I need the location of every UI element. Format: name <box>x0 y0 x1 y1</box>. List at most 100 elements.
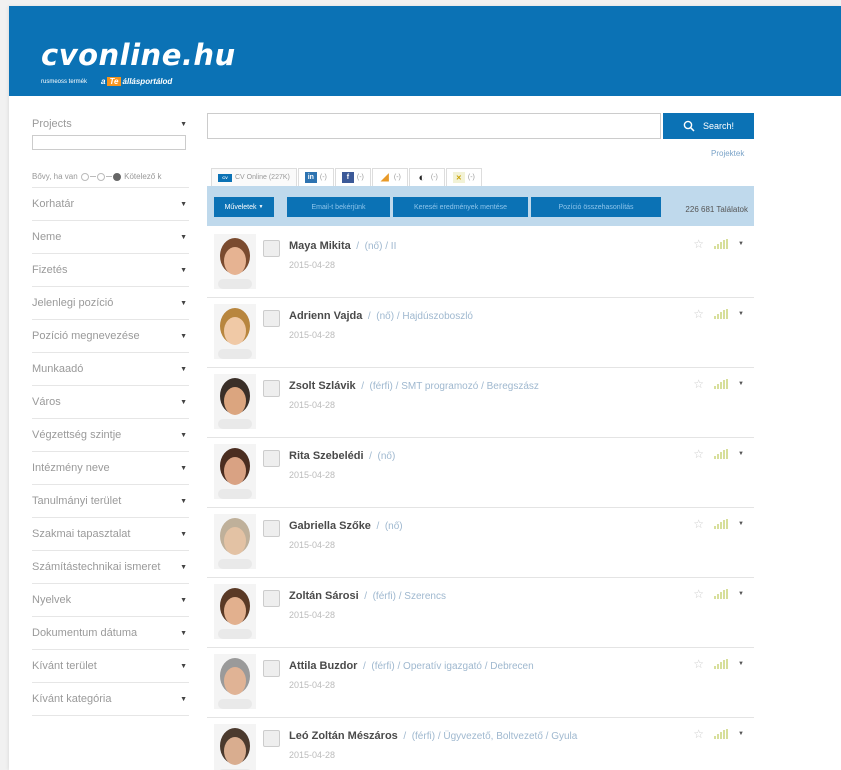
star-icon[interactable]: ☆ <box>693 237 704 251</box>
chevron-down-icon: ▼ <box>180 120 187 128</box>
filter-dropdown[interactable]: Kívánt kategória ▼ <box>32 683 189 716</box>
candidate-name[interactable]: Maya Mikita <box>289 240 351 252</box>
candidate-info: Adrienn Vajda / (nő) / Hajdúszoboszló <box>289 310 473 322</box>
actions-dropdown-button[interactable]: Műveletek ▼ <box>214 197 274 217</box>
chevron-down-icon[interactable]: ▼ <box>738 451 744 457</box>
chevron-down-icon[interactable]: ▼ <box>738 521 744 527</box>
search-input[interactable] <box>207 113 661 139</box>
filter-dropdown[interactable]: Neme ▼ <box>32 221 189 254</box>
chevron-down-icon[interactable]: ▼ <box>738 591 744 597</box>
candidate-date: 2015-04-28 <box>289 540 336 550</box>
radio-icon[interactable] <box>112 172 121 181</box>
linkedin-icon: in <box>304 172 317 183</box>
tab-linkedin[interactable]: in (-) <box>297 168 334 186</box>
projects-select[interactable]: Projects ▼ <box>32 114 189 134</box>
avatar[interactable] <box>214 444 256 499</box>
star-icon[interactable]: ☆ <box>693 517 704 531</box>
avatar[interactable] <box>214 304 256 359</box>
candidate-name[interactable]: Adrienn Vajda <box>289 310 362 322</box>
filter-sidebar: Projects ▼ Bővy, ha van Kötelező k Korhat… <box>32 114 189 716</box>
select-checkbox[interactable] <box>263 520 280 537</box>
filter-dropdown[interactable]: Pozíció megnevezése ▼ <box>32 320 189 353</box>
candidate-gender: (férfi) <box>372 591 396 602</box>
filter-dropdown[interactable]: Dokumentum dátuma ▼ <box>32 617 189 650</box>
candidate-name[interactable]: Zsolt Szlávik <box>289 380 356 392</box>
signal-bars-icon <box>714 239 729 249</box>
select-checkbox[interactable] <box>263 240 280 257</box>
tab-cv-online[interactable]: CV CV Online (227K) <box>211 168 297 186</box>
mode-toggle[interactable]: Bővy, ha van Kötelező k <box>32 166 189 188</box>
tab-facebook[interactable]: f (-) <box>334 168 371 186</box>
filter-dropdown[interactable]: Szakmai tapasztalat ▼ <box>32 518 189 551</box>
site-logo[interactable]: cvonline.hu <box>41 38 236 72</box>
select-checkbox[interactable] <box>263 380 280 397</box>
filter-dropdown[interactable]: Korhatár ▼ <box>32 188 189 221</box>
star-icon[interactable]: ☆ <box>693 727 704 741</box>
filter-dropdown[interactable]: Végzettség szintje ▼ <box>32 419 189 452</box>
compare-position-button[interactable]: Pozíció összehasonlítás <box>531 197 661 217</box>
select-checkbox[interactable] <box>263 590 280 607</box>
filter-dropdown[interactable]: Nyelvek ▼ <box>32 584 189 617</box>
filter-dropdown[interactable]: Számítástechnikai ismeret ▼ <box>32 551 189 584</box>
filter-dropdown[interactable]: Jelenlegi pozíció ▼ <box>32 287 189 320</box>
star-icon[interactable]: ☆ <box>693 307 704 321</box>
avatar[interactable] <box>214 514 256 569</box>
result-row[interactable]: Leó Zoltán Mészáros / (férfi) / Ügyvezet… <box>207 718 754 770</box>
star-icon[interactable]: ☆ <box>693 587 704 601</box>
filter-label: Fizetés <box>32 264 68 276</box>
select-checkbox[interactable] <box>263 450 280 467</box>
projects-input[interactable] <box>32 135 186 150</box>
projects-link[interactable]: Projektek <box>711 149 744 158</box>
candidate-name[interactable]: Zoltán Sárosi <box>289 590 359 602</box>
select-checkbox[interactable] <box>263 310 280 327</box>
avatar[interactable] <box>214 374 256 429</box>
filter-dropdown[interactable]: Kívánt terület ▼ <box>32 650 189 683</box>
result-row[interactable]: Zoltán Sárosi / (férfi) / Szerencs 2015-0… <box>207 578 754 648</box>
radio-icon[interactable] <box>80 172 89 181</box>
tab-github[interactable]: ◐ (-) <box>408 168 445 186</box>
result-row[interactable]: Adrienn Vajda / (nő) / Hajdúszoboszló 201… <box>207 298 754 368</box>
request-email-button[interactable]: Email-t bekérjünk <box>287 197 390 217</box>
candidate-details: / Hajdúszoboszló <box>396 311 473 322</box>
candidate-name[interactable]: Gabriella Szőke <box>289 520 371 532</box>
star-icon[interactable]: ☆ <box>693 447 704 461</box>
filter-dropdown[interactable]: Város ▼ <box>32 386 189 419</box>
chevron-down-icon: ▼ <box>180 365 187 373</box>
result-row[interactable]: Zsolt Szlávik / (férfi) / SMT programozó… <box>207 368 754 438</box>
candidate-name[interactable]: Attila Buzdor <box>289 660 357 672</box>
avatar[interactable] <box>214 234 256 289</box>
chevron-down-icon[interactable]: ▼ <box>738 731 744 737</box>
star-icon[interactable]: ☆ <box>693 377 704 391</box>
actions-bar: Műveletek ▼ Email-t bekérjünk Kereséi er… <box>207 186 754 226</box>
candidate-gender: (nő) <box>377 451 396 462</box>
chevron-down-icon[interactable]: ▼ <box>738 661 744 667</box>
result-row[interactable]: Gabriella Szőke / (nő) 2015-04-28 ☆ ▼ <box>207 508 754 578</box>
tab-xing[interactable]: ✕ (-) <box>445 168 482 186</box>
candidate-name[interactable]: Rita Szebelédi <box>289 450 364 462</box>
candidate-date: 2015-04-28 <box>289 400 336 410</box>
avatar[interactable] <box>214 654 256 709</box>
avatar[interactable] <box>214 724 256 770</box>
signal-bars-icon <box>714 589 729 599</box>
filter-dropdown[interactable]: Fizetés ▼ <box>32 254 189 287</box>
signal-bars-icon <box>714 519 729 529</box>
result-row[interactable]: Maya Mikita / (nő) / II 2015-04-28 ☆ ▼ <box>207 228 754 298</box>
result-row[interactable]: Rita Szebelédi / (nő) 2015-04-28 ☆ ▼ <box>207 438 754 508</box>
result-row[interactable]: Attila Buzdor / (férfi) / Operatív igazg… <box>207 648 754 718</box>
candidate-name[interactable]: Leó Zoltán Mészáros <box>289 730 398 742</box>
search-button[interactable]: Search! <box>663 113 754 139</box>
filter-dropdown[interactable]: Intézmény neve ▼ <box>32 452 189 485</box>
avatar[interactable] <box>214 584 256 639</box>
radio-icon[interactable] <box>96 172 105 181</box>
chevron-down-icon[interactable]: ▼ <box>738 381 744 387</box>
select-checkbox[interactable] <box>263 730 280 747</box>
select-checkbox[interactable] <box>263 660 280 677</box>
star-icon[interactable]: ☆ <box>693 657 704 671</box>
candidate-info: Rita Szebelédi / (nő) <box>289 450 396 462</box>
save-results-button[interactable]: Kereséi eredmények mentése <box>393 197 528 217</box>
filter-dropdown[interactable]: Tanulmányi terület ▼ <box>32 485 189 518</box>
tab-stats[interactable]: ◢ (-) <box>371 168 408 186</box>
chevron-down-icon[interactable]: ▼ <box>738 241 744 247</box>
chevron-down-icon[interactable]: ▼ <box>738 311 744 317</box>
filter-dropdown[interactable]: Munkaadó ▼ <box>32 353 189 386</box>
